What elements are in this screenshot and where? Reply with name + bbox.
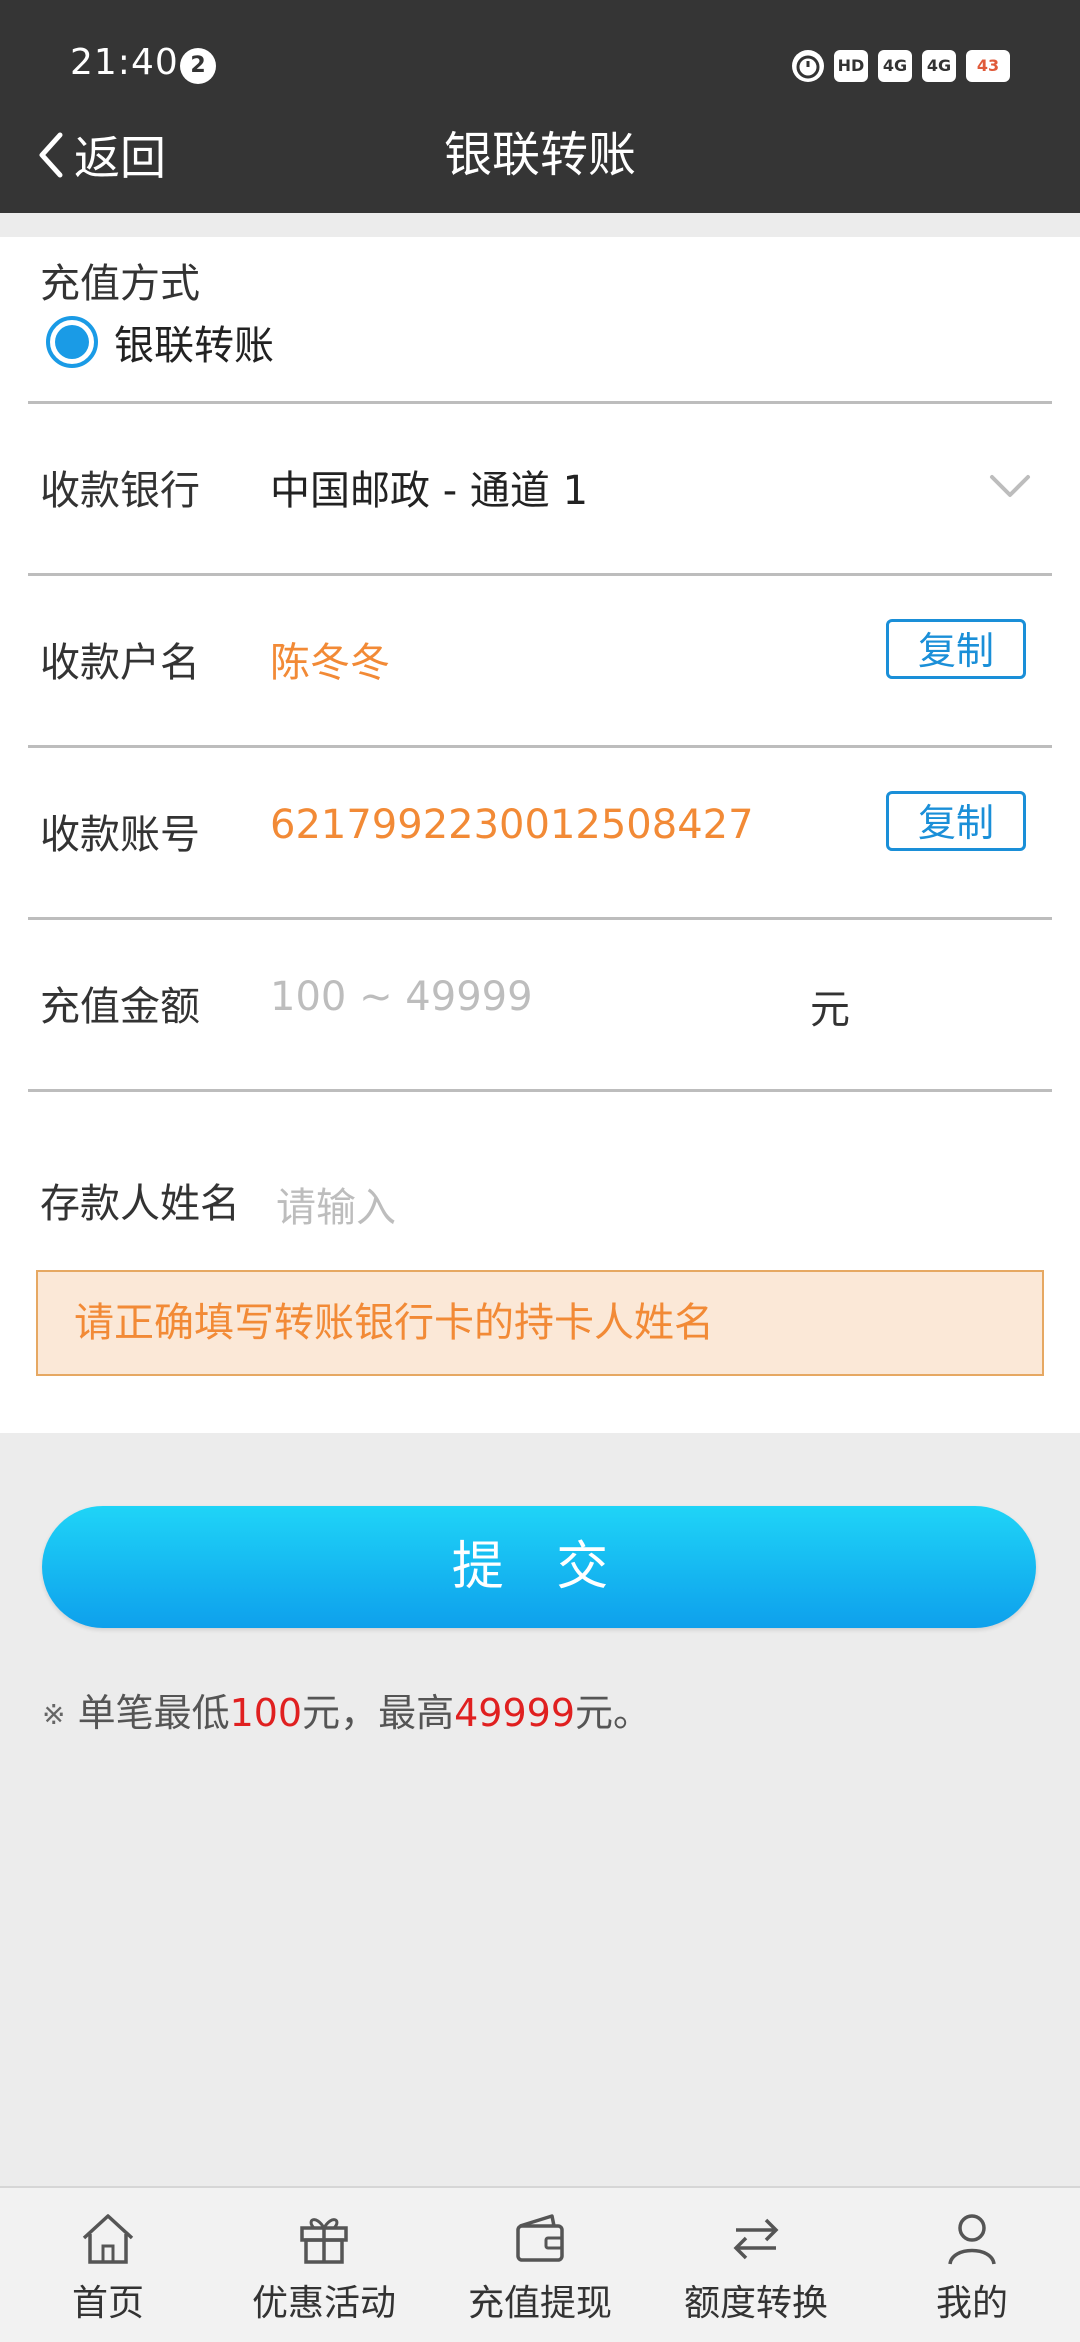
limit-note: ※ 单笔最低100元，最高49999元。	[42, 1682, 651, 1737]
amount-unit: 元	[810, 987, 850, 1033]
account-number-label: 收款账号	[40, 812, 200, 858]
nav-label: 优惠活动	[251, 2283, 396, 2324]
depositor-row: 存款人姓名 请输入	[0, 1091, 1080, 1261]
method-label: 充值方式	[40, 261, 200, 307]
depositor-input[interactable]: 请输入	[276, 1175, 396, 1233]
limit-prefix: 单笔最低	[77, 1691, 230, 1735]
transfer-icon	[733, 2218, 779, 2260]
nav-transfer[interactable]: 额度转换	[648, 2188, 864, 2342]
nav-label: 充值提现	[467, 2283, 612, 2324]
note-marker: ※	[42, 1698, 66, 1731]
status-icons: HD 4G 4G 43	[792, 48, 1010, 84]
method-option[interactable]: 银联转账	[46, 313, 274, 371]
limit-suffix: 元。	[575, 1691, 652, 1735]
limit-max: 49999	[454, 1691, 576, 1735]
form-panel: 充值方式 银联转账 收款银行 中国邮政 - 通道 1 收款户名 陈冬冬 复制 收…	[0, 237, 1080, 1433]
hd-icon: HD	[834, 50, 868, 82]
account-number-row: 收款账号 6217992230012508427 复制	[0, 747, 1080, 917]
status-time: 21:40	[70, 42, 179, 83]
account-name-row: 收款户名 陈冬冬 复制	[0, 575, 1080, 745]
top-bar: 21:40 2 HD 4G 4G 43 返回 银联转账	[0, 0, 1080, 213]
battery-icon: 43	[966, 50, 1010, 82]
nav-label: 额度转换	[683, 2283, 828, 2324]
amount-label: 充值金额	[40, 984, 200, 1030]
radio-selected-icon[interactable]	[46, 316, 98, 368]
account-number-value: 6217992230012508427	[270, 802, 754, 848]
user-icon	[948, 2214, 996, 2265]
page-title: 银联转账	[443, 127, 636, 183]
notice-banner: 请正确填写转账银行卡的持卡人姓名	[36, 1270, 1044, 1376]
signal-4g-icon: 4G	[922, 50, 956, 82]
nav-promotions[interactable]: 优惠活动	[216, 2188, 432, 2342]
bank-select[interactable]: 中国邮政 - 通道 1	[270, 458, 588, 516]
signal-4g-icon: 4G	[878, 50, 912, 82]
bank-row[interactable]: 收款银行 中国邮政 - 通道 1	[0, 403, 1080, 573]
nav-label: 首页	[71, 2283, 144, 2324]
copy-name-button[interactable]: 复制	[886, 619, 1026, 679]
account-name-label: 收款户名	[40, 640, 200, 686]
copy-account-button[interactable]: 复制	[886, 791, 1026, 851]
chevron-down-icon[interactable]	[988, 473, 1032, 499]
nav-me[interactable]: 我的	[864, 2188, 1080, 2342]
submit-button[interactable]: 提 交	[42, 1506, 1036, 1628]
alarm-icon	[792, 50, 824, 82]
bank-label: 收款银行	[40, 468, 200, 514]
account-name-value: 陈冬冬	[270, 640, 390, 686]
nav-label: 我的	[935, 2283, 1008, 2324]
nav-home[interactable]: 首页	[0, 2188, 216, 2342]
amount-row: 充值金额 100 ~ 49999 元	[0, 919, 1080, 1089]
amount-input[interactable]: 100 ~ 49999	[270, 974, 533, 1020]
gift-icon	[300, 2218, 348, 2264]
nav-deposit-withdraw[interactable]: 充值提现	[432, 2188, 648, 2342]
limit-middle: 元，最高	[302, 1691, 455, 1735]
home-icon	[82, 2214, 134, 2264]
notification-badge: 2	[180, 48, 216, 84]
wallet-icon	[516, 2214, 564, 2262]
method-option-label: 银联转账	[114, 323, 274, 369]
limit-min: 100	[229, 1691, 303, 1735]
depositor-label: 存款人姓名	[40, 1181, 240, 1227]
bottom-nav: 首页 优惠活动 充值提现 额度转换 我的	[0, 2186, 1080, 2342]
